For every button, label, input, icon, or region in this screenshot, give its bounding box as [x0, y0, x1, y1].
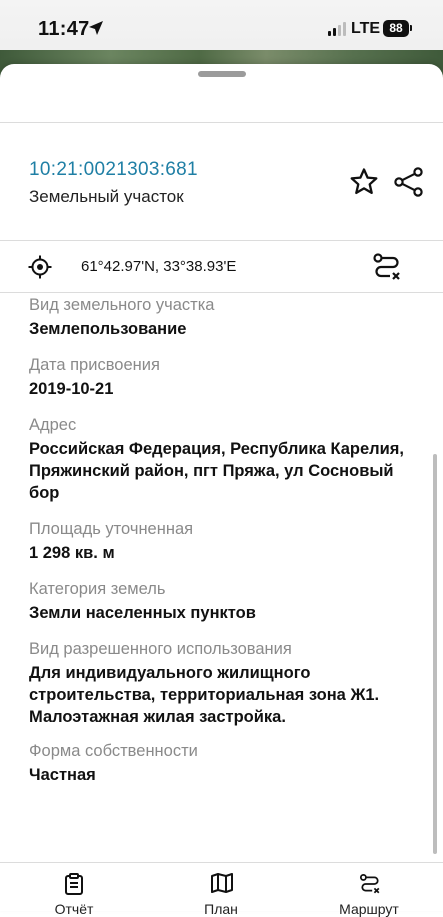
cadastral-number[interactable]: 10:21:0021303:681	[29, 159, 198, 181]
signal-icon	[328, 22, 346, 36]
divider	[0, 122, 443, 123]
battery-tip	[410, 25, 412, 31]
property-value: 1 298 кв. м	[29, 544, 115, 562]
nav-label: Отчёт	[54, 901, 94, 917]
nav-label: Маршрут	[339, 901, 399, 917]
property-land-kind: Вид земельного участка Землепользование	[29, 294, 419, 340]
property-address: Адрес Российская Федерация, Республика К…	[29, 414, 419, 504]
property-value: Землепользование	[29, 320, 187, 338]
report-icon	[65, 873, 83, 895]
property-label: Вид разрешенного использования	[29, 640, 292, 658]
property-land-category: Категория земель Земли населенных пункто…	[29, 578, 419, 624]
property-label: Дата присвоения	[29, 356, 160, 374]
coordinates-row[interactable]: 61°42.97'N, 33°38.93'E	[0, 242, 443, 292]
battery-icon: 88	[383, 20, 409, 37]
route-icon[interactable]	[372, 252, 402, 282]
property-label: Адрес	[29, 416, 77, 434]
property-ownership-form: Форма собственности Частная	[29, 740, 419, 786]
parcel-type: Земельный участок	[29, 187, 184, 206]
divider	[0, 292, 443, 293]
network-type: LTE	[351, 20, 381, 37]
property-area: Площадь уточненная 1 298 кв. м	[29, 518, 419, 564]
property-value: 2019-10-21	[29, 380, 114, 398]
map-icon	[211, 873, 233, 893]
property-label: Категория земель	[29, 580, 166, 598]
nav-plan[interactable]: План	[171, 863, 271, 917]
battery-level: 88	[389, 21, 403, 35]
divider	[0, 240, 443, 241]
bottom-navigation: Отчёт План Маршрут	[0, 862, 443, 917]
nav-label: План	[204, 901, 238, 917]
property-value: Частная	[29, 766, 96, 784]
sheet-drag-handle[interactable]	[198, 71, 246, 77]
property-permitted-use: Вид разрешенного использования Для индив…	[29, 638, 419, 728]
property-label: Вид земельного участка	[29, 296, 215, 314]
nav-report[interactable]: Отчёт	[24, 863, 124, 917]
property-value: Российская Федерация, Республика Карелия…	[29, 440, 405, 502]
status-time: 11:47	[38, 18, 90, 40]
parcel-details-sheet: 10:21:0021303:681 Земельный участок 61°4…	[0, 64, 443, 910]
coordinates-text: 61°42.97'N, 33°38.93'E	[81, 258, 237, 275]
nav-route[interactable]: Маршрут	[319, 863, 419, 917]
location-arrow-icon	[89, 21, 103, 35]
scrollbar[interactable]	[433, 454, 437, 854]
property-value: Земли населенных пунктов	[29, 604, 256, 622]
property-label: Форма собственности	[29, 742, 198, 760]
property-value: Для индивидуального жилищного строительс…	[29, 664, 380, 726]
share-icon[interactable]	[393, 166, 425, 198]
crosshair-location-icon	[28, 255, 52, 279]
property-label: Площадь уточненная	[29, 520, 194, 538]
property-assignment-date: Дата присвоения 2019-10-21	[29, 354, 419, 400]
route-icon	[359, 873, 380, 894]
favorite-star-icon[interactable]	[348, 166, 380, 198]
